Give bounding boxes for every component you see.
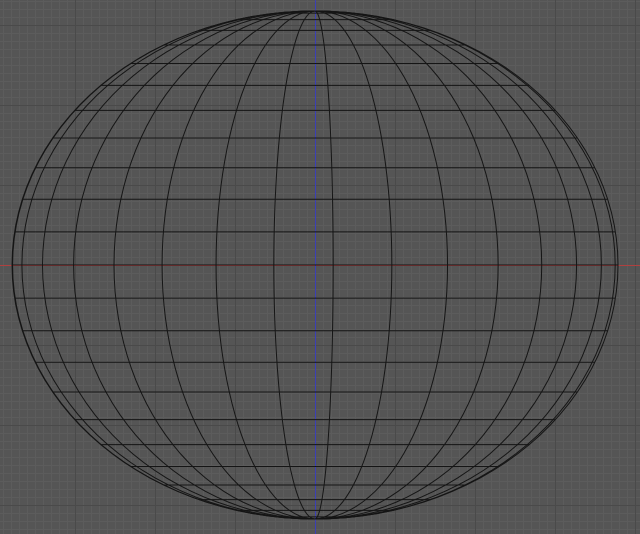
viewport-canvas[interactable] [0, 0, 640, 534]
3d-viewport[interactable] [0, 0, 640, 534]
viewport-background [0, 0, 640, 534]
